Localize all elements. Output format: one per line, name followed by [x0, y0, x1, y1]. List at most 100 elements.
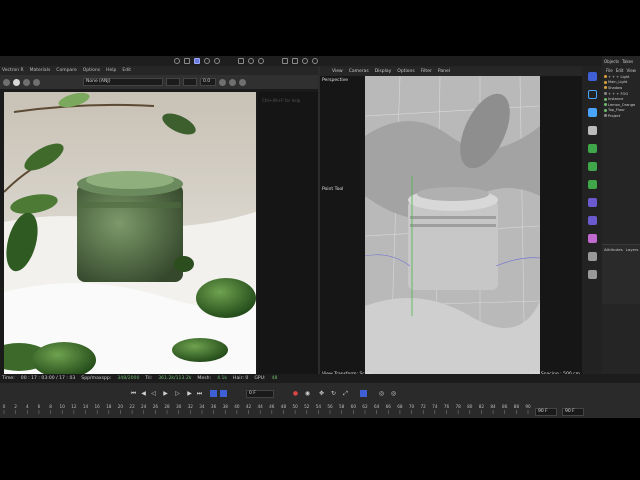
- render-icon[interactable]: [174, 58, 180, 64]
- tab-layers[interactable]: Layers: [626, 247, 639, 252]
- ruler-tick-label: 82: [479, 404, 485, 409]
- effector-icon[interactable]: [587, 180, 597, 189]
- magnet-icon[interactable]: [248, 58, 254, 64]
- object-type-icon: [604, 80, 607, 84]
- value-field[interactable]: 0.0: [200, 78, 216, 86]
- light-icon[interactable]: [587, 270, 597, 279]
- cloner-icon[interactable]: [587, 162, 597, 171]
- deformer-icon[interactable]: [587, 198, 597, 207]
- record-icon[interactable]: ●: [292, 390, 299, 397]
- viewport-menu-item[interactable]: Filter: [421, 69, 432, 74]
- object-row[interactable]: Project: [602, 113, 640, 119]
- keyframe-icon[interactable]: ◉: [304, 390, 311, 397]
- pla-key-icon[interactable]: ◎: [378, 390, 385, 397]
- ruler-tick-label: 76: [444, 404, 450, 409]
- spline-icon[interactable]: [587, 216, 597, 225]
- ruler-tick-label: 84: [490, 404, 496, 409]
- start-render-icon[interactable]: [13, 78, 20, 86]
- object-name: + + + FOG: [608, 91, 629, 96]
- ruler-tick-label: 50: [292, 404, 298, 409]
- viewport-canvas[interactable]: Perspective Point Tool View Transform: S…: [320, 75, 582, 383]
- timeline: ⏮ ◀ ◁ ▶ ▷ ▶ ⏭ 0 F ● ◉ ✥ ↻ ⤢ ◎ ◎ 0 2 4 6 8 10 1…: [0, 383, 640, 418]
- scale-key-icon[interactable]: ⤢: [342, 390, 349, 397]
- current-frame-field[interactable]: 0 F: [246, 390, 274, 398]
- viewer-menu-item[interactable]: Vectron R: [2, 68, 24, 73]
- viewport-menu-item[interactable]: Panel: [438, 69, 450, 74]
- mesh-label: Mesh:: [197, 376, 212, 381]
- ruler-tick-label: 44: [258, 404, 264, 409]
- tab-attributes[interactable]: Attributes: [604, 247, 623, 252]
- viewer-menu-item[interactable]: Materials: [30, 68, 51, 73]
- ruler-tick-label: 26: [153, 404, 159, 409]
- param-key-icon[interactable]: [360, 390, 367, 397]
- play-icon[interactable]: ▶: [162, 390, 169, 397]
- move-tool-icon[interactable]: [587, 72, 597, 81]
- primitive-icon[interactable]: [587, 108, 597, 117]
- viewport-menu-item[interactable]: View: [332, 69, 343, 74]
- menu-file[interactable]: File: [606, 68, 613, 73]
- side-note: Ctrl+Alt+F for help: [262, 98, 301, 103]
- end-frame-field-a[interactable]: 90 F: [535, 408, 557, 416]
- goto-start-icon[interactable]: ⏮: [130, 390, 137, 397]
- object-row[interactable]: Lemon_Orange: [602, 102, 640, 108]
- next-key-icon[interactable]: ▶: [186, 390, 193, 397]
- cube-icon[interactable]: [587, 90, 597, 99]
- gpu-label: GPU:: [254, 376, 266, 381]
- tab-takes[interactable]: Takes: [622, 59, 633, 64]
- camera-select[interactable]: None (ANJ): [83, 78, 163, 86]
- end-frame-field-b[interactable]: 90 F: [562, 408, 584, 416]
- object-list: + + + Light Main_Light Shadow + + + FOG Inst…: [602, 74, 640, 119]
- rotate-key-icon[interactable]: ↻: [330, 390, 337, 397]
- viewport-menu-item[interactable]: Cameras: [349, 69, 369, 74]
- ruler-tick-label: 64: [374, 404, 380, 409]
- goto-end-icon[interactable]: ⏭: [196, 390, 203, 397]
- field-a[interactable]: [166, 78, 180, 86]
- camera-icon[interactable]: [229, 78, 236, 86]
- viewport-menu-item[interactable]: Options: [397, 69, 414, 74]
- lock-icon[interactable]: [312, 58, 318, 64]
- viewer-menu-item[interactable]: Help: [106, 68, 116, 73]
- snap-icon[interactable]: [238, 58, 244, 64]
- frame-ruler[interactable]: 0 2 4 6 8 10 12 14 16 18 20 22 24 26 28 30 32 34 36 38 40 42 4…: [0, 402, 640, 416]
- axis-icon[interactable]: [258, 58, 264, 64]
- pause-render-icon[interactable]: [33, 78, 40, 86]
- menu-view[interactable]: View: [626, 68, 636, 73]
- viewer-menu-item[interactable]: Edit: [122, 68, 131, 73]
- polygon-mode-icon[interactable]: [282, 58, 288, 64]
- ruler-tick-label: 86: [502, 404, 508, 409]
- ruler-tick-label: 60: [351, 404, 357, 409]
- move-key-icon[interactable]: ✥: [318, 390, 325, 397]
- autokey-icon[interactable]: [220, 390, 227, 397]
- stop-render-icon[interactable]: [23, 78, 30, 86]
- settings-icon[interactable]: [219, 78, 226, 86]
- field-icon[interactable]: [587, 234, 597, 243]
- gpu-value: 48: [271, 376, 278, 381]
- viewer-side-panel: Ctrl+Alt+F for help: [258, 92, 318, 378]
- viewer-menu-item[interactable]: Options: [83, 68, 100, 73]
- text-icon[interactable]: [587, 126, 597, 135]
- prev-frame-icon[interactable]: ◁: [150, 390, 157, 397]
- mesh-value: 4.1k: [217, 376, 228, 381]
- point-mode-icon[interactable]: [302, 58, 308, 64]
- generator-icon[interactable]: [587, 144, 597, 153]
- render-region-icon[interactable]: [184, 58, 190, 64]
- point-key-icon[interactable]: ◎: [390, 390, 397, 397]
- render-settings-icon[interactable]: [204, 58, 210, 64]
- camera-icon[interactable]: [587, 252, 597, 261]
- attribute-tabs: Attributes Layers: [602, 245, 640, 253]
- ruler-tick-label: 32: [188, 404, 194, 409]
- next-frame-icon[interactable]: ▷: [174, 390, 181, 397]
- region-icon[interactable]: [239, 78, 246, 86]
- menu-edit[interactable]: Edit: [616, 68, 624, 73]
- edge-mode-icon[interactable]: [292, 58, 298, 64]
- object-type-icon: [604, 75, 607, 79]
- tab-objects[interactable]: Objects: [604, 59, 619, 64]
- record-mode-icon[interactable]: [210, 390, 217, 397]
- viewport-menu-item[interactable]: Display: [375, 69, 392, 74]
- lock-icon[interactable]: [3, 78, 10, 86]
- render-view-icon[interactable]: [194, 58, 200, 64]
- viewer-menu-item[interactable]: Compare: [56, 68, 76, 73]
- field-b[interactable]: [183, 78, 197, 86]
- prev-key-icon[interactable]: ◀: [140, 390, 147, 397]
- move-icon[interactable]: [214, 58, 220, 64]
